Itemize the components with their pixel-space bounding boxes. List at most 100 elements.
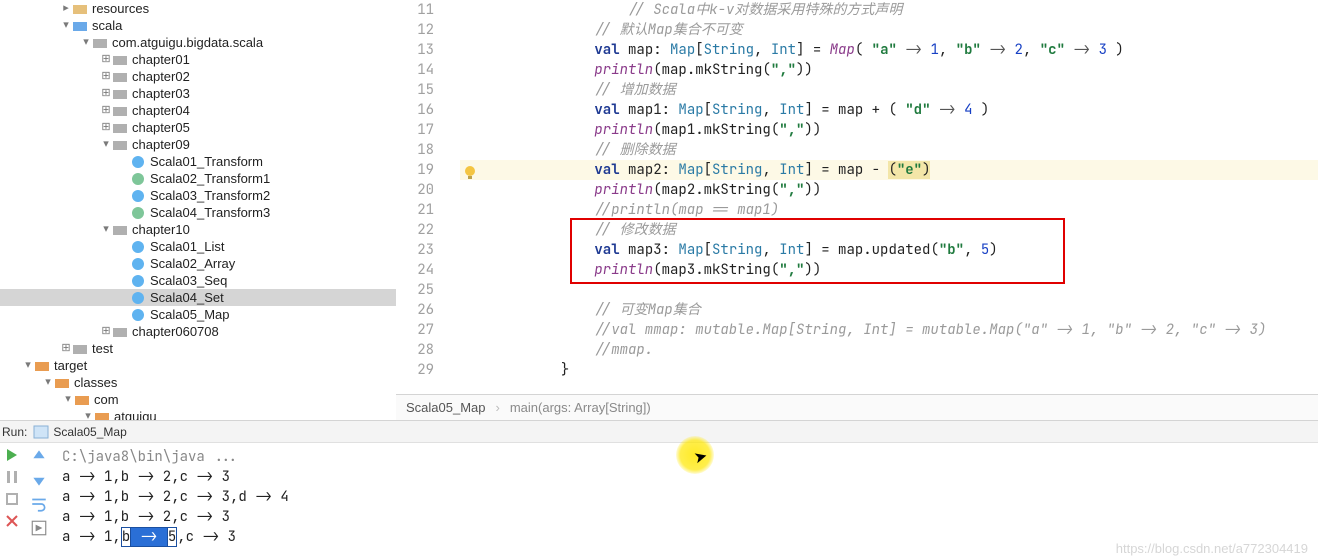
editor-panel: 11121314151617181920212223242526272829 /… bbox=[396, 0, 1318, 420]
console-mid-toolbar bbox=[24, 443, 54, 558]
breadcrumb[interactable]: Scala05_Map › main(args: Array[String]) bbox=[396, 394, 1318, 420]
tree-label: Scala03_Transform2 bbox=[150, 187, 270, 204]
tree-item-test[interactable]: ⊞ test bbox=[0, 340, 396, 357]
expander-icon[interactable]: ⊞ bbox=[60, 340, 72, 357]
scala-file-icon bbox=[130, 239, 146, 255]
package-icon bbox=[112, 324, 128, 340]
code-editor[interactable]: 11121314151617181920212223242526272829 /… bbox=[396, 0, 1318, 394]
tree-label: chapter09 bbox=[132, 136, 190, 153]
up-icon[interactable] bbox=[30, 447, 48, 465]
tree-item-chapter[interactable]: ⊞ chapter02 bbox=[0, 68, 396, 85]
tree-label: Scala01_Transform bbox=[150, 153, 263, 170]
tree-label: chapter05 bbox=[132, 119, 190, 136]
tree-label: chapter02 bbox=[132, 68, 190, 85]
expander-icon[interactable]: ▸ bbox=[60, 0, 72, 17]
tree-item-target[interactable]: ▾ target bbox=[0, 357, 396, 374]
tree-item-scala-file[interactable]: Scala04_Transform3 bbox=[0, 204, 396, 221]
folder-icon bbox=[72, 341, 88, 357]
gutter: 11121314151617181920212223242526272829 bbox=[396, 0, 450, 394]
package-icon bbox=[112, 137, 128, 153]
folder-icon bbox=[72, 18, 88, 34]
tree-item-chapter[interactable]: ⊞ chapter04 bbox=[0, 102, 396, 119]
folder-icon bbox=[94, 409, 110, 421]
tree-item-atguigu[interactable]: ▾ atguigu bbox=[0, 408, 396, 420]
tree-item-chapter060708[interactable]: ⊞ chapter060708 bbox=[0, 323, 396, 340]
expander-icon[interactable]: ▾ bbox=[100, 136, 112, 153]
tree-item-chapter09[interactable]: ▾ chapter09 bbox=[0, 136, 396, 153]
run-config-name[interactable]: Scala05_Map bbox=[53, 425, 126, 439]
softwrap-icon[interactable] bbox=[30, 495, 48, 513]
tree-label: chapter060708 bbox=[132, 323, 219, 340]
breadcrumb-method[interactable]: main(args: Array[String]) bbox=[510, 400, 651, 415]
tree-item-scala-file[interactable]: Scala03_Transform2 bbox=[0, 187, 396, 204]
breadcrumb-sep-icon: › bbox=[496, 400, 500, 415]
tree-label: Scala05_Map bbox=[150, 306, 230, 323]
tree-label: Scala02_Transform1 bbox=[150, 170, 270, 187]
folder-icon bbox=[72, 1, 88, 17]
expander-icon[interactable]: ▾ bbox=[100, 221, 112, 238]
expander-icon[interactable]: ⊞ bbox=[100, 119, 112, 136]
package-icon bbox=[112, 222, 128, 238]
tree-label: Scala02_Array bbox=[150, 255, 235, 272]
tree-label: scala bbox=[92, 17, 122, 34]
expander-icon[interactable]: ⊞ bbox=[100, 102, 112, 119]
expander-icon[interactable]: ▾ bbox=[82, 408, 94, 420]
breadcrumb-class[interactable]: Scala05_Map bbox=[406, 400, 486, 415]
code-body[interactable]: // Scala中k-v对数据采用特殊的方式声明 // 默认Map集合不可变 v… bbox=[450, 0, 1318, 394]
scala-file-icon bbox=[130, 205, 146, 221]
expander-icon[interactable]: ▾ bbox=[60, 17, 72, 34]
tree-label: classes bbox=[74, 374, 117, 391]
intention-bulb-icon[interactable] bbox=[462, 165, 478, 181]
tree-label: chapter01 bbox=[132, 51, 190, 68]
scala-file-icon bbox=[130, 273, 146, 289]
stop-icon[interactable] bbox=[4, 469, 20, 485]
package-icon bbox=[112, 86, 128, 102]
down-icon[interactable] bbox=[30, 471, 48, 489]
rerun-icon[interactable] bbox=[4, 447, 20, 463]
tree-label: chapter10 bbox=[132, 221, 190, 238]
tree-label: Scala04_Set bbox=[150, 289, 224, 306]
package-icon bbox=[112, 52, 128, 68]
tree-item-chapter[interactable]: ⊞ chapter05 bbox=[0, 119, 396, 136]
folder-icon bbox=[74, 392, 90, 408]
tree-item-scala-file[interactable]: Scala01_Transform bbox=[0, 153, 396, 170]
expander-icon[interactable]: ▾ bbox=[42, 374, 54, 391]
tree-item-scala-file[interactable]: Scala05_Map bbox=[0, 306, 396, 323]
tree-label: atguigu bbox=[114, 408, 157, 420]
expander-icon[interactable]: ⊞ bbox=[100, 85, 112, 102]
tree-item-chapter10[interactable]: ▾ chapter10 bbox=[0, 221, 396, 238]
folder-icon bbox=[54, 375, 70, 391]
expander-icon[interactable]: ⊞ bbox=[100, 68, 112, 85]
tree-item-resources[interactable]: ▸ resources bbox=[0, 0, 396, 17]
tree-item-com[interactable]: ▾ com bbox=[0, 391, 396, 408]
close-icon[interactable] bbox=[4, 513, 20, 529]
tree-item-scala-file[interactable]: Scala03_Seq bbox=[0, 272, 396, 289]
tree-item-scala-file[interactable]: Scala04_Set bbox=[0, 289, 396, 306]
scroll-end-icon[interactable] bbox=[30, 519, 48, 537]
tree-item-classes[interactable]: ▾ classes bbox=[0, 374, 396, 391]
expander-icon[interactable]: ▾ bbox=[62, 391, 74, 408]
expander-icon[interactable]: ▾ bbox=[80, 34, 92, 51]
tree-item-package[interactable]: ▾ com.atguigu.bigdata.scala bbox=[0, 34, 396, 51]
tree-label: chapter03 bbox=[132, 85, 190, 102]
tree-item-chapter[interactable]: ⊞ chapter01 bbox=[0, 51, 396, 68]
expander-icon[interactable]: ⊞ bbox=[100, 323, 112, 340]
run-toolwindow-header[interactable]: Run: Scala05_Map bbox=[0, 420, 1318, 442]
project-tree[interactable]: ▸ resources ▾ scala ▾ com.atguigu.bigdat… bbox=[0, 0, 396, 420]
tree-item-scala-root[interactable]: ▾ scala bbox=[0, 17, 396, 34]
tree-item-scala-file[interactable]: Scala02_Array bbox=[0, 255, 396, 272]
tree-item-scala-file[interactable]: Scala02_Transform1 bbox=[0, 170, 396, 187]
watermark: https://blog.csdn.net/a772304419 bbox=[1116, 541, 1308, 556]
tree-label: com bbox=[94, 391, 119, 408]
pause-icon[interactable] bbox=[4, 491, 20, 507]
scala-file-icon bbox=[130, 154, 146, 170]
tree-label: target bbox=[54, 357, 87, 374]
run-config-icon bbox=[33, 424, 49, 440]
tree-item-chapter[interactable]: ⊞ chapter03 bbox=[0, 85, 396, 102]
tree-label: Scala01_List bbox=[150, 238, 224, 255]
package-icon bbox=[92, 35, 108, 51]
expander-icon[interactable]: ⊞ bbox=[100, 51, 112, 68]
tree-item-scala-file[interactable]: Scala01_List bbox=[0, 238, 396, 255]
scala-file-icon bbox=[130, 307, 146, 323]
expander-icon[interactable]: ▾ bbox=[22, 357, 34, 374]
